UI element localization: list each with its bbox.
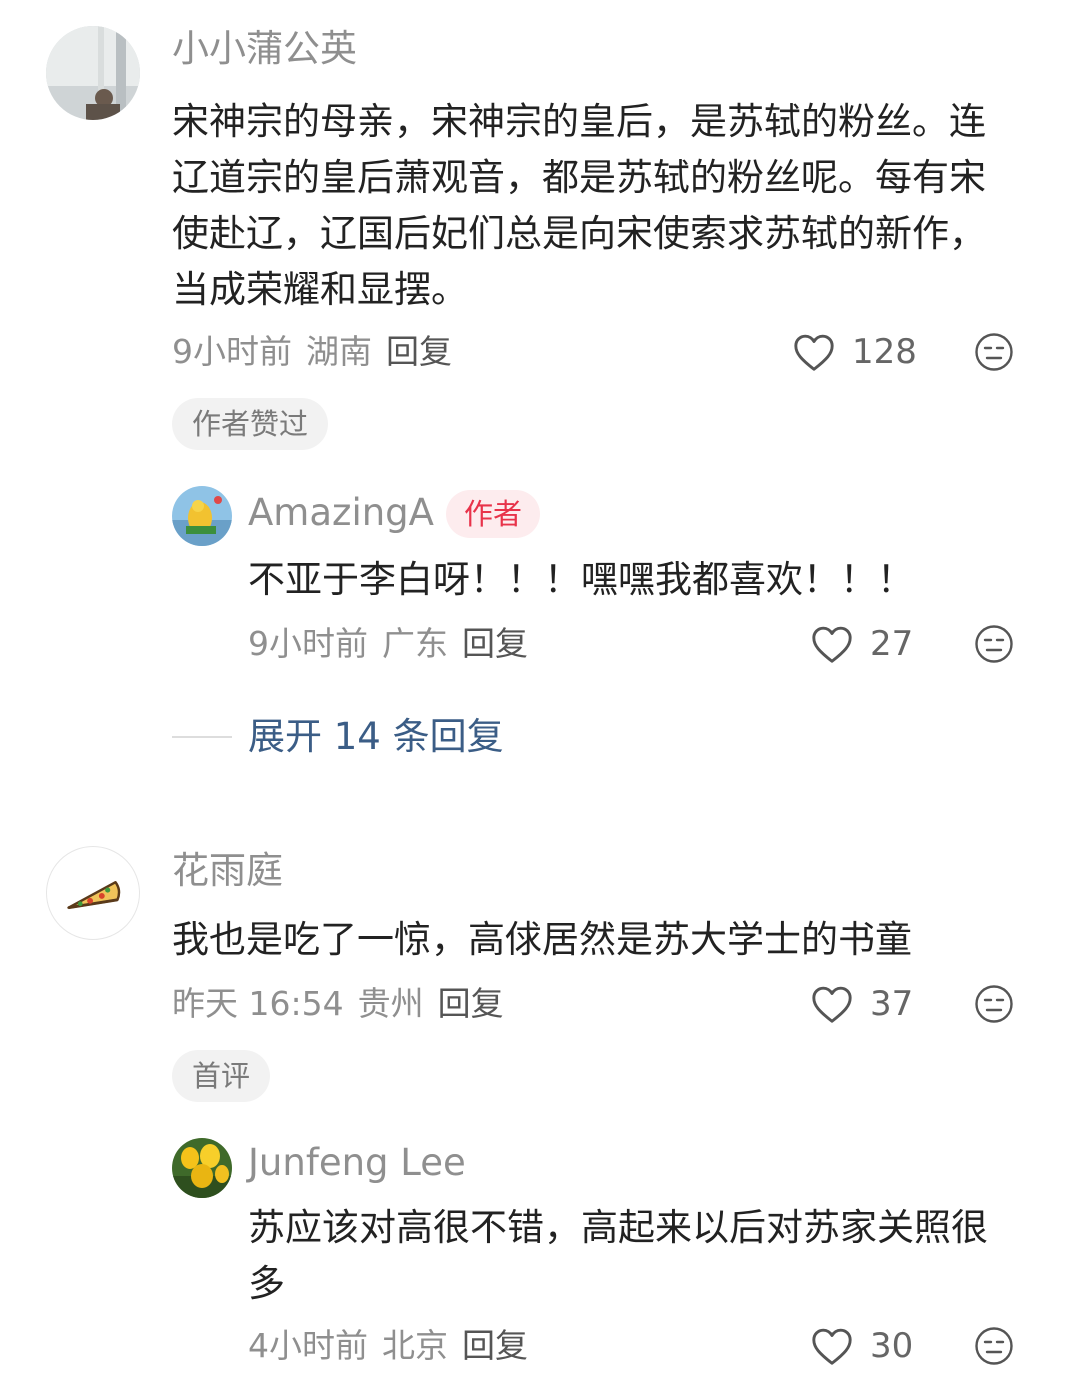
timestamp: 9小时前 <box>248 624 368 663</box>
dislike-button[interactable] <box>974 332 1014 372</box>
heart-outline-icon <box>812 986 852 1023</box>
comment-text: 宋神宗的母亲，宋神宗的皇后，是苏轼的粉丝。连辽道宗的皇后萧观音，都是苏轼的粉丝呢… <box>172 100 986 311</box>
username[interactable]: 小小蒲公英 <box>172 26 357 72</box>
reply-button[interactable]: 回复 <box>386 332 452 371</box>
dislike-button[interactable] <box>974 984 1014 1024</box>
meh-face-icon <box>975 333 1013 371</box>
heart-outline-icon <box>812 626 852 663</box>
like-count: 27 <box>870 624 914 664</box>
location: 广东 <box>382 624 448 663</box>
dislike-button[interactable] <box>974 1326 1014 1366</box>
avatar[interactable] <box>46 846 140 940</box>
reply-button[interactable]: 回复 <box>438 984 504 1023</box>
location: 北京 <box>382 1326 448 1365</box>
like-button[interactable]: 37 <box>810 984 913 1024</box>
timestamp: 昨天 16:54 <box>172 984 344 1023</box>
author-liked-tag: 作者赞过 <box>172 398 329 450</box>
heart-outline-icon <box>794 334 834 371</box>
expand-replies-button[interactable]: 展开 14 条回复 <box>172 714 504 760</box>
avatar[interactable] <box>46 26 140 120</box>
reply-meta: 9小时前 广东 回复 <box>248 624 528 664</box>
reply-text: 苏应该对高很不错，高起来以后对苏家关照很多 <box>248 1206 988 1305</box>
username[interactable]: Junfeng Lee <box>248 1140 466 1186</box>
reply-meta: 4小时前 北京 回复 <box>248 1326 528 1366</box>
like-count: 37 <box>870 984 914 1024</box>
author-badge: 作者 <box>446 490 541 538</box>
like-button[interactable]: 30 <box>810 1326 913 1366</box>
first-comment-tag: 首评 <box>172 1050 271 1102</box>
dislike-button[interactable] <box>974 624 1014 664</box>
divider-line <box>172 736 232 738</box>
meh-face-icon <box>975 1327 1013 1365</box>
username[interactable]: 花雨庭 <box>172 848 283 894</box>
like-button[interactable]: 27 <box>810 624 913 664</box>
reply-text: 不亚于李白呀！！！嘿嘿我都喜欢！！！ <box>248 558 914 601</box>
location: 湖南 <box>306 332 372 371</box>
comment-meta: 9小时前 湖南 回复 <box>172 332 452 372</box>
meh-face-icon <box>975 985 1013 1023</box>
like-button[interactable]: 128 <box>792 332 917 372</box>
timestamp: 4小时前 <box>248 1326 368 1365</box>
avatar[interactable] <box>172 1138 232 1198</box>
like-count: 128 <box>852 332 917 372</box>
comment-text: 我也是吃了一惊，高俅居然是苏大学士的书童 <box>172 918 912 961</box>
comment-meta: 昨天 16:54 贵州 回复 <box>172 984 504 1024</box>
reply-button[interactable]: 回复 <box>462 1326 528 1365</box>
reply-button[interactable]: 回复 <box>462 624 528 663</box>
meh-face-icon <box>975 625 1013 663</box>
username[interactable]: AmazingA <box>248 490 434 536</box>
heart-outline-icon <box>812 1328 852 1365</box>
timestamp: 9小时前 <box>172 332 292 371</box>
location: 贵州 <box>357 984 424 1023</box>
like-count: 30 <box>870 1326 914 1366</box>
expand-replies-label: 展开 14 条回复 <box>248 715 504 758</box>
avatar[interactable] <box>172 486 232 546</box>
